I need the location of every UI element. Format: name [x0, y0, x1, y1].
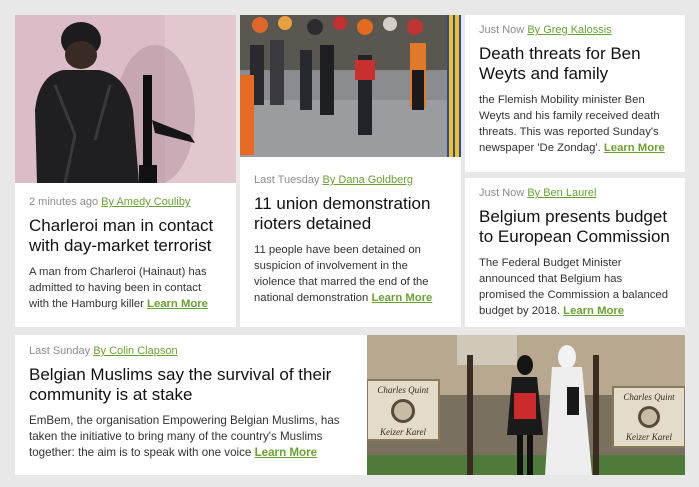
author-link[interactable]: By Colin Clapson — [93, 345, 177, 357]
learn-more-link[interactable]: Learn More — [604, 142, 665, 154]
learn-more-link[interactable]: Learn More — [563, 305, 624, 317]
sign-text: Charles Quint — [623, 392, 675, 402]
learn-more-link[interactable]: Learn More — [255, 446, 318, 459]
author-link[interactable]: By Amedy Couliby — [101, 196, 190, 208]
article-meta: Last Tuesday By Dana Goldberg — [254, 173, 447, 187]
article-excerpt: 11 people have been detained on suspicio… — [254, 242, 447, 306]
article-time: Just Now — [479, 24, 525, 36]
sign-text: Charles Quint — [377, 385, 429, 395]
article-title[interactable]: Death threats for Ben Weyts and family — [479, 44, 671, 84]
article-photo-man-seated[interactable] — [15, 15, 236, 183]
article-meta: 2 minutes ago By Amedy Couliby — [29, 195, 222, 209]
article-excerpt: The Federal Budget Minister announced th… — [479, 255, 671, 319]
article-photo-street-women[interactable]: Charles Quint Keizer Karel Charles Quint… — [367, 335, 685, 475]
author-link[interactable]: By Dana Goldberg — [323, 174, 414, 186]
article-card-budget[interactable]: Just Now By Ben Laurel Belgium presents … — [465, 178, 685, 327]
learn-more-link[interactable]: Learn More — [371, 292, 432, 304]
article-meta: Just Now By Ben Laurel — [479, 186, 671, 200]
article-title[interactable]: Belgian Muslims say the survival of thei… — [29, 365, 346, 405]
article-card-charleroi[interactable]: 2 minutes ago By Amedy Couliby Charleroi… — [15, 15, 236, 327]
article-photo-demonstration[interactable] — [240, 15, 461, 157]
article-time: 2 minutes ago — [29, 196, 99, 208]
article-time: Last Sunday — [29, 345, 91, 357]
sign-text: Keizer Karel — [379, 427, 426, 437]
article-card-belgian-muslims[interactable]: Last Sunday By Colin Clapson Belgian Mus… — [15, 335, 685, 475]
article-meta: Last Sunday By Colin Clapson — [29, 344, 346, 358]
article-card-union-demonstration[interactable]: Last Tuesday By Dana Goldberg 11 union d… — [240, 15, 461, 327]
learn-more-link[interactable]: Learn More — [147, 298, 208, 310]
article-title[interactable]: Belgium presents budget to European Comm… — [479, 207, 671, 247]
article-title[interactable]: Charleroi man in contact with day-market… — [29, 216, 222, 256]
article-meta: Just Now By Greg Kalossis — [479, 23, 671, 37]
author-link[interactable]: By Greg Kalossis — [527, 24, 611, 36]
article-excerpt: EmBem, the organisation Empowering Belgi… — [29, 413, 346, 461]
author-link[interactable]: By Ben Laurel — [527, 187, 596, 199]
article-time: Last Tuesday — [254, 174, 320, 186]
article-title[interactable]: 11 union demonstration rioters detained — [254, 194, 447, 234]
article-excerpt: the Flemish Mobility minister Ben Weyts … — [479, 92, 671, 156]
article-time: Just Now — [479, 187, 525, 199]
sign-text: Keizer Karel — [625, 432, 672, 442]
article-excerpt: A man from Charleroi (Hainaut) has admit… — [29, 264, 222, 312]
article-card-death-threats[interactable]: Just Now By Greg Kalossis Death threats … — [465, 15, 685, 172]
